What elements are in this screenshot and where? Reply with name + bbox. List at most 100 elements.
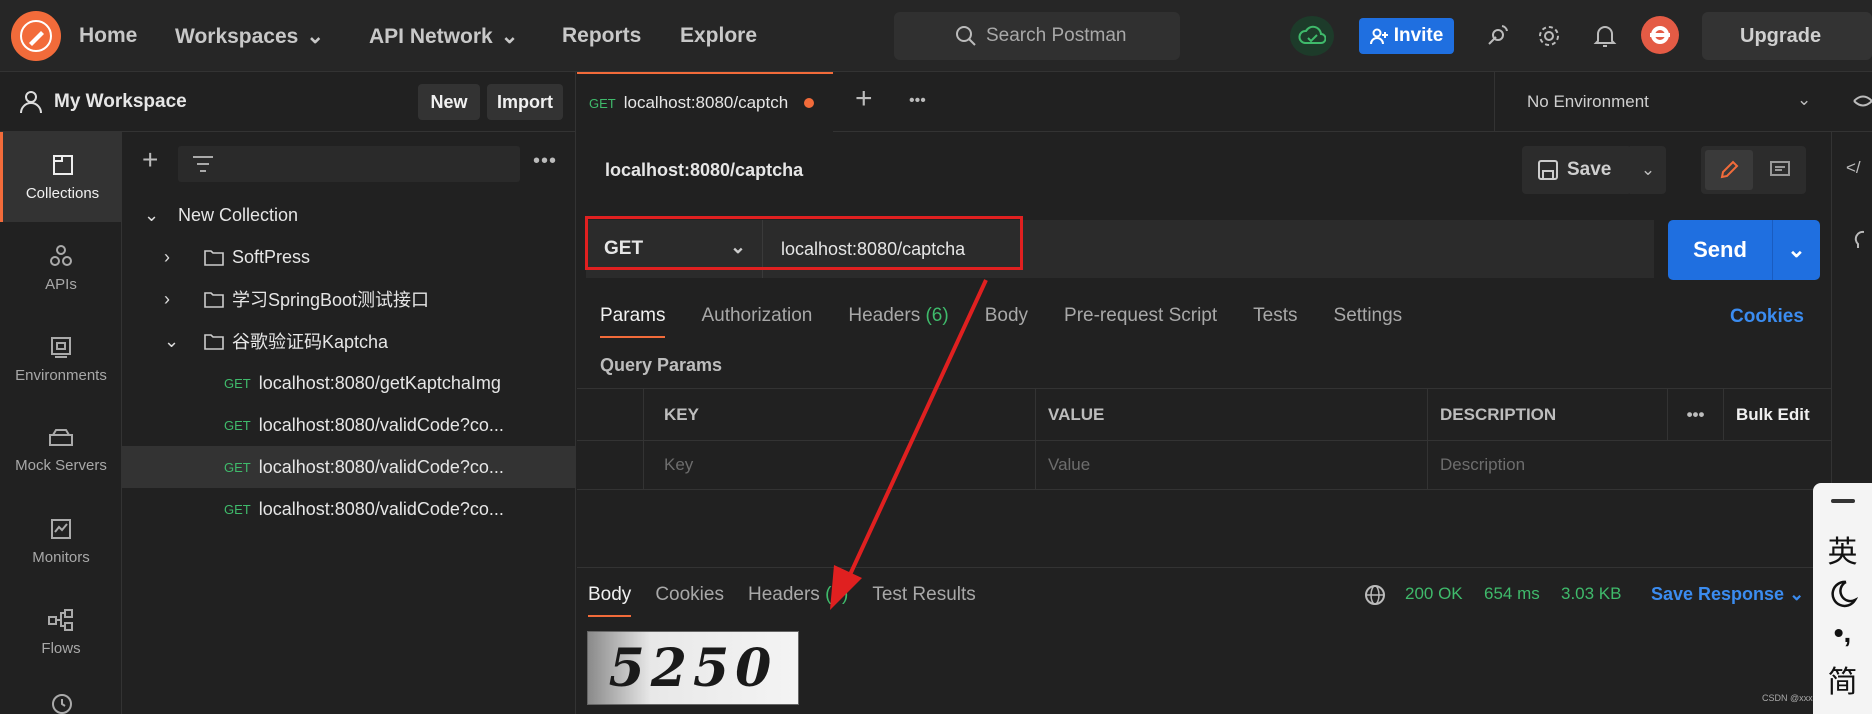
response-divider [577, 567, 1831, 568]
satellite-icon[interactable] [1481, 20, 1513, 52]
method-badge: GET [224, 375, 251, 391]
rail-item-monitors[interactable]: Monitors [0, 496, 122, 586]
nav-explore[interactable]: Explore [680, 24, 757, 48]
chevron-right-icon: › [164, 288, 170, 309]
tab-authorization[interactable]: Authorization [701, 305, 812, 338]
user-icon [20, 90, 42, 114]
request-tabs: Params Authorization Headers (6) Body Pr… [600, 305, 1402, 338]
drag-handle-icon[interactable] [1830, 499, 1855, 503]
cloud-sync-icon[interactable] [1290, 16, 1334, 56]
environment-select[interactable]: No Environment ⌄ [1494, 72, 1832, 132]
description-input[interactable]: Description [1428, 440, 1831, 490]
response-time: 654 ms [1484, 584, 1540, 603]
request-name: localhost:8080/validCode?co... [258, 456, 504, 477]
history-icon[interactable] [48, 692, 74, 714]
folder-name: SoftPress [232, 246, 311, 267]
collections-icon [51, 153, 75, 177]
punctuation-icon[interactable]: •, [1834, 617, 1852, 649]
nav-reports[interactable]: Reports [562, 24, 641, 48]
filter-icon [192, 154, 214, 174]
column-value: VALUE [1036, 388, 1428, 440]
settings-gear-icon[interactable] [1533, 20, 1565, 52]
rail-item-collections[interactable]: Collections [0, 132, 122, 222]
save-options-button[interactable]: ⌄ [1630, 146, 1666, 194]
request-row-selected[interactable]: GET localhost:8080/validCode?co... [122, 446, 576, 488]
ime-language-toggle[interactable]: 英 [1828, 527, 1858, 571]
ime-simplified-toggle[interactable]: 简 [1828, 657, 1858, 701]
tab-tests[interactable]: Tests [1253, 305, 1297, 338]
eye-icon[interactable] [1853, 90, 1872, 112]
request-row[interactable]: GET localhost:8080/validCode?co... [122, 488, 576, 530]
collection-name: New Collection [178, 204, 299, 225]
value-input[interactable]: Value [1036, 440, 1428, 490]
upgrade-button[interactable]: Upgrade [1702, 12, 1872, 60]
rail-label: Collections [25, 184, 100, 202]
response-tab-body[interactable]: Body [588, 584, 632, 617]
code-icon[interactable]: </ [1846, 158, 1861, 178]
collection-row[interactable]: ⌄ New Collection [122, 194, 576, 236]
search-icon [954, 24, 978, 48]
nav-api-network[interactable]: API Network ⌄ [369, 24, 518, 49]
response-size: 3.03 KB [1561, 584, 1622, 603]
tab-more-icon[interactable]: ••• [909, 92, 926, 110]
save-button[interactable]: Save [1522, 146, 1632, 194]
rail-item-apis[interactable]: APIs [0, 223, 122, 313]
avatar[interactable] [1641, 16, 1679, 54]
nav-workspaces[interactable]: Workspaces ⌄ [175, 24, 324, 49]
search-input[interactable]: Search Postman [894, 12, 1180, 60]
nav-home[interactable]: Home [79, 24, 137, 48]
apis-icon [49, 244, 73, 268]
add-collection-icon[interactable]: + [142, 146, 158, 174]
flows-icon [47, 608, 75, 632]
environments-icon [49, 335, 73, 359]
send-button[interactable]: Send ⌄ [1668, 220, 1820, 280]
tab-request[interactable]: GET localhost:8080/captch [577, 72, 833, 132]
lightbulb-icon[interactable] [1850, 228, 1864, 252]
invite-button[interactable]: Invite [1359, 18, 1454, 54]
import-button[interactable]: Import [487, 84, 563, 120]
bulk-edit-button[interactable]: Bulk Edit [1724, 388, 1831, 440]
method-badge: GET [589, 95, 616, 111]
mock-servers-icon [48, 427, 74, 449]
folder-row[interactable]: › SoftPress [122, 236, 576, 278]
folder-name: 学习SpringBoot测试接口 [232, 290, 430, 310]
new-tab-icon[interactable]: + [855, 84, 873, 114]
rail-label: Mock Servers [15, 456, 107, 474]
new-button[interactable]: New [418, 84, 480, 120]
params-table: KEY VALUE DESCRIPTION ••• Bulk Edit Key … [577, 388, 1831, 490]
view-toggle [1701, 146, 1806, 194]
cookies-link[interactable]: Cookies [1730, 306, 1804, 328]
request-row[interactable]: GET localhost:8080/getKaptchaImg [122, 362, 576, 404]
notifications-bell-icon[interactable] [1589, 20, 1621, 52]
folder-icon [204, 248, 224, 266]
send-options-chevron-icon[interactable]: ⌄ [1772, 220, 1820, 280]
rail-label: Environments [15, 366, 107, 384]
tab-settings[interactable]: Settings [1334, 305, 1403, 338]
folder-row[interactable]: › 学习SpringBoot测试接口 [122, 278, 576, 320]
more-options-icon[interactable]: ••• [533, 150, 557, 173]
request-row[interactable]: GET localhost:8080/validCode?co... [122, 404, 576, 446]
postman-logo-icon[interactable] [11, 11, 61, 61]
table-more-icon[interactable]: ••• [1668, 388, 1724, 440]
globe-icon[interactable] [1364, 584, 1386, 606]
chevron-down-icon: ⌄ [306, 25, 324, 48]
response-tab-cookies[interactable]: Cookies [655, 584, 724, 617]
add-user-icon [1369, 27, 1388, 45]
moon-icon[interactable] [1828, 579, 1858, 609]
rail-item-environments[interactable]: Environments [0, 314, 122, 404]
save-response-button[interactable]: Save Response ⌄ [1651, 584, 1804, 605]
tab-params[interactable]: Params [600, 305, 666, 338]
collection-tree: + ••• ⌄ New Collection › SoftPress › 学习S… [122, 132, 576, 714]
request-name: localhost:8080/getKaptchaImg [258, 372, 501, 393]
tab-pre-request-script[interactable]: Pre-request Script [1064, 305, 1217, 338]
folder-row[interactable]: ⌄ 谷歌验证码Kaptcha [122, 320, 576, 362]
edit-pencil-icon[interactable] [1705, 150, 1753, 190]
comment-icon[interactable] [1757, 150, 1803, 190]
workspace-header: My Workspace New Import [0, 72, 576, 132]
annotation-highlight-box [585, 216, 1023, 270]
request-title: localhost:8080/captcha [605, 160, 804, 180]
rail-item-mock-servers[interactable]: Mock Servers [0, 405, 122, 495]
rail-item-flows[interactable]: Flows [0, 587, 122, 677]
search-placeholder: Search Postman [986, 25, 1127, 46]
filter-input[interactable] [178, 146, 520, 182]
